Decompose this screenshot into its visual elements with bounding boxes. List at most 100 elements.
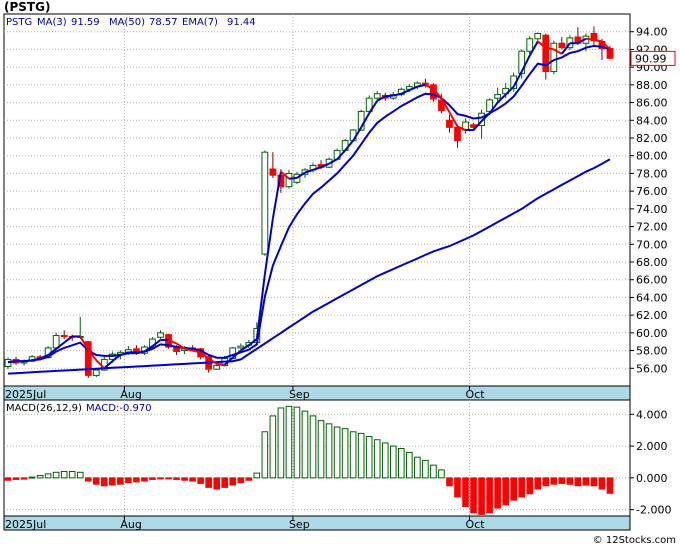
candle-up bbox=[213, 365, 221, 370]
macd-bar-negative bbox=[534, 477, 542, 490]
macd-bar-negative bbox=[117, 477, 124, 485]
macd-bar-negative bbox=[4, 477, 12, 481]
macd-bar-positive bbox=[325, 423, 333, 479]
price-tick-label: 86.00 bbox=[636, 97, 668, 110]
candle-up bbox=[534, 32, 542, 40]
price-tick-label: 72.00 bbox=[636, 221, 668, 234]
candle-down bbox=[558, 42, 566, 49]
macd-bar-negative bbox=[606, 477, 614, 494]
macd-bar-negative bbox=[109, 477, 116, 486]
macd-bar-negative bbox=[237, 477, 245, 484]
price-tick-label: 88.00 bbox=[636, 79, 668, 92]
macd-bar-positive bbox=[269, 415, 277, 479]
legend-symbol: PSTG bbox=[6, 17, 32, 28]
price-tick-label: 62.00 bbox=[636, 309, 668, 322]
legend-ma50-label: MA(50) bbox=[109, 17, 145, 28]
macd-bar-negative bbox=[205, 477, 212, 488]
macd-bar-positive bbox=[60, 471, 68, 479]
price-tick-label: 82.00 bbox=[636, 132, 668, 145]
macd-bar-negative bbox=[165, 477, 172, 480]
macd-bar-positive bbox=[285, 405, 293, 479]
candle-up bbox=[373, 93, 381, 99]
macd-tick-label: 2.000 bbox=[636, 440, 668, 453]
macd-bar-positive bbox=[76, 471, 84, 479]
macd-bar-negative bbox=[542, 477, 550, 487]
legend-ma50-value: 78.57 bbox=[149, 17, 178, 28]
price-tick-label: 66.00 bbox=[636, 274, 668, 287]
macd-bar-negative bbox=[133, 477, 140, 483]
macd-bar-negative bbox=[582, 477, 590, 486]
price-tick-label: 76.00 bbox=[636, 185, 668, 198]
price-tick-label: 60.00 bbox=[636, 327, 668, 340]
macd-bar-positive bbox=[309, 415, 317, 479]
macd-bar-positive bbox=[406, 451, 413, 479]
candle-down bbox=[606, 48, 614, 59]
macd-bar-positive bbox=[430, 464, 437, 479]
macd-bar-positive bbox=[36, 474, 44, 479]
macd-bar-negative bbox=[20, 477, 28, 480]
price-tick-label: 68.00 bbox=[636, 256, 668, 269]
macd-bar-negative bbox=[574, 477, 582, 487]
macd-bar-negative bbox=[221, 477, 229, 488]
price-tick-label: 94.00 bbox=[636, 26, 668, 39]
macd-bar-negative bbox=[181, 477, 188, 481]
macd-bar-negative bbox=[197, 477, 204, 484]
price-date-axis bbox=[3, 385, 631, 401]
macd-bar-negative bbox=[598, 477, 606, 490]
candle-up bbox=[494, 94, 502, 99]
macd-bar-negative bbox=[494, 477, 501, 509]
macd-bar-negative bbox=[84, 477, 92, 482]
last-price-label: 90.99 bbox=[635, 52, 667, 65]
ma3-segment bbox=[136, 350, 145, 354]
macd-tick-label: 4.000 bbox=[636, 408, 668, 421]
macd-bar-negative bbox=[12, 477, 20, 480]
macd-date-tick-label: 2025Jul bbox=[5, 518, 46, 531]
ma3-segment bbox=[7, 360, 17, 364]
candle-up bbox=[92, 369, 100, 376]
price-date-tick-label: Aug bbox=[120, 388, 141, 401]
candle-up bbox=[550, 42, 558, 73]
macd-bar-negative bbox=[92, 477, 100, 485]
macd-bar-positive bbox=[373, 439, 381, 479]
price-tick-label: 64.00 bbox=[636, 291, 668, 304]
candle-up bbox=[285, 172, 293, 188]
macd-bar-positive bbox=[28, 476, 36, 479]
candle-up bbox=[237, 345, 245, 349]
legend-ema7-value: 91.44 bbox=[227, 17, 256, 28]
legend-ma3-label: MA(3) bbox=[37, 17, 67, 28]
macd-bar-positive bbox=[333, 426, 341, 479]
macd-bar-positive bbox=[68, 471, 76, 479]
macd-bar-negative bbox=[213, 477, 221, 490]
macd-bar-positive bbox=[422, 459, 429, 479]
macd-bar-negative bbox=[125, 477, 132, 484]
macd-bar-negative bbox=[502, 477, 509, 506]
macd-bar-positive bbox=[341, 428, 349, 479]
macd-bar-negative bbox=[590, 477, 598, 487]
price-tick-label: 58.00 bbox=[636, 345, 668, 358]
macd-bar-positive bbox=[293, 406, 301, 479]
price-tick-label: 80.00 bbox=[636, 150, 668, 163]
macd-date-tick-label: Aug bbox=[120, 518, 141, 531]
price-date-tick-label: 2025Jul bbox=[5, 388, 46, 401]
candle-up bbox=[526, 38, 534, 52]
price-tick-label: 70.00 bbox=[636, 238, 668, 251]
macd-bar-positive bbox=[44, 473, 52, 479]
macd-bar-positive bbox=[365, 436, 373, 479]
macd-bar-positive bbox=[349, 431, 357, 479]
price-tick-label: 56.00 bbox=[636, 362, 668, 375]
macd-bar-negative bbox=[566, 477, 574, 485]
macd-bar-positive bbox=[253, 472, 261, 479]
macd-bar-negative bbox=[454, 477, 461, 498]
legend-ma3-value: 91.59 bbox=[71, 17, 100, 28]
macd-bar-positive bbox=[397, 447, 405, 479]
macd-bar-positive bbox=[261, 431, 269, 479]
macd-tick-label: -2.000 bbox=[636, 504, 671, 517]
macd-bar-negative bbox=[486, 477, 493, 514]
macd-bar-positive bbox=[381, 442, 389, 479]
ma3-segment bbox=[585, 37, 595, 41]
macd-date-axis bbox=[3, 515, 631, 531]
macd-legend-label: MACD(26,12,9) bbox=[6, 403, 82, 414]
macd-bar-positive bbox=[414, 456, 421, 479]
price-tick-label: 74.00 bbox=[636, 203, 668, 216]
macd-bar-positive bbox=[317, 420, 325, 479]
